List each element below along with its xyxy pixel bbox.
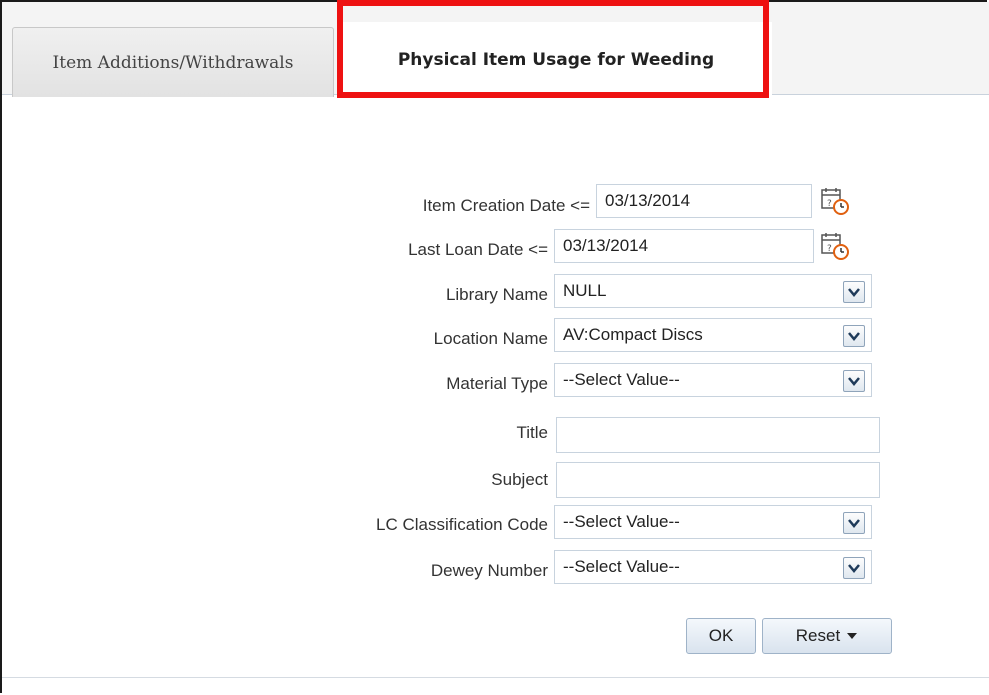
chevron-down-icon[interactable] xyxy=(843,281,865,303)
material-type-select[interactable]: --Select Value-- xyxy=(554,363,872,397)
material-type-label: Material Type xyxy=(446,374,548,393)
title-label: Title xyxy=(516,423,549,442)
title-input[interactable] xyxy=(556,417,880,453)
library-name-label: Library Name xyxy=(445,285,548,304)
chevron-down-icon[interactable] xyxy=(843,325,865,347)
divider xyxy=(2,677,989,678)
item-creation-date-input[interactable]: 03/13/2014 xyxy=(596,184,812,218)
location-name-label: Location Name xyxy=(433,329,548,348)
tab-item-additions-withdrawals[interactable]: Item Additions/Withdrawals xyxy=(12,27,334,97)
subject-label: Subject xyxy=(491,470,548,489)
subject-input[interactable] xyxy=(556,462,880,498)
highlight-annotation-box xyxy=(337,0,769,98)
dewey-number-label: Dewey Number xyxy=(430,561,548,580)
caret-down-icon xyxy=(847,633,858,639)
lc-classification-code-select[interactable]: --Select Value-- xyxy=(554,505,872,539)
item-creation-date-label: Item Creation Date <= xyxy=(422,196,590,215)
ok-button[interactable]: OK xyxy=(686,618,756,654)
tab-label: Item Additions/Withdrawals xyxy=(52,52,294,73)
last-loan-date-label: Last Loan Date <= xyxy=(408,240,548,259)
svg-text:?: ? xyxy=(827,244,832,254)
chevron-down-icon[interactable] xyxy=(843,557,865,579)
reset-button[interactable]: Reset xyxy=(762,618,892,654)
calendar-clock-icon[interactable]: ? xyxy=(820,186,850,216)
lc-classification-code-label: LC Classification Code xyxy=(376,515,548,534)
svg-text:?: ? xyxy=(827,199,832,209)
calendar-clock-icon[interactable]: ? xyxy=(820,231,850,261)
dewey-number-select[interactable]: --Select Value-- xyxy=(554,550,872,584)
library-name-select[interactable]: NULL xyxy=(554,274,872,308)
location-name-select[interactable]: AV:Compact Discs xyxy=(554,318,872,352)
chevron-down-icon[interactable] xyxy=(843,512,865,534)
last-loan-date-input[interactable]: 03/13/2014 xyxy=(554,229,814,263)
chevron-down-icon[interactable] xyxy=(843,370,865,392)
